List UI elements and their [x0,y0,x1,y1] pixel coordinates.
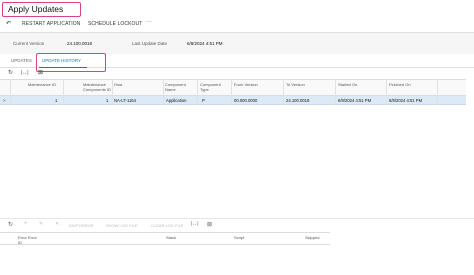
error-grid-header: Error ID Error Stack Script Skipped [0,232,330,245]
page-title: Apply Updates [2,2,81,17]
column-header: Host [114,82,123,87]
column-header: Stack [166,235,177,240]
tab-updates[interactable]: UPDATES [11,58,32,63]
column-header: Skipped [305,235,320,240]
column-divider [231,79,232,105]
skip-error-button[interactable]: SKIP ERROR [69,223,94,228]
error-grid-toolbar: ↻ + ✎ ✕ SKIP ERROR SHOW LOG FILE CLEAR L… [0,221,474,231]
refresh-icon[interactable]: ↻ [8,221,13,228]
refresh-icon[interactable]: ↻ [8,68,13,78]
column-header: To Version [286,82,305,87]
finished-on-cell[interactable]: 6/8/2024 4:51 PM [389,98,422,103]
main-toolbar: ↶ RESTART APPLICATION SCHEDULE LOCKOUT ·… [0,18,474,30]
from-version-cell[interactable]: 00.000.0000 [234,98,257,103]
section-divider [0,218,474,219]
current-version-value: 24.100.0018 [67,41,93,46]
last-update-value: 6/8/2024 4:51 PM [187,41,223,46]
component-type-cell[interactable]: P [202,98,205,103]
column-header: Script [234,235,245,240]
column-divider [335,79,336,105]
summary-panel: Current Version 24.100.0018 Last Update … [0,33,474,54]
column-divider [437,79,438,105]
schedule-lockout-button[interactable]: SCHEDULE LOCKOUT [88,21,142,27]
host-cell[interactable]: NA-LT-1164 [114,98,136,103]
row-indicator-icon: > [3,98,6,103]
update-history-grid: Maintenance ID Maintenance Components ID… [0,79,466,105]
column-header: Started On [338,82,358,87]
show-log-file-button[interactable]: SHOW LOG FILE [106,223,138,228]
to-version-cell[interactable]: 24.100.0018 [286,98,309,103]
grid-toolbar: ↻ |↔| ⊠ [0,68,474,78]
column-header: Component Type [200,82,221,92]
column-header: Error ID [18,235,27,245]
column-divider [283,79,284,105]
column-header: Maintenance ID [28,82,57,87]
add-icon[interactable]: + [24,221,28,227]
export-icon[interactable]: ⊠ [38,68,43,78]
fit-columns-icon[interactable]: |↔| [191,221,199,227]
maintenance-id-cell[interactable]: 1 [55,98,57,103]
column-divider [163,79,164,105]
column-header: Error [28,235,37,240]
delete-icon[interactable]: ✕ [55,221,59,227]
clear-log-file-button[interactable]: CLEAR LOG FILE [151,223,183,228]
column-divider [63,79,64,105]
restart-application-button[interactable]: RESTART APPLICATION [22,21,81,27]
last-update-label: Last Update Date [132,41,168,46]
undo-icon[interactable]: ↶ [6,20,11,27]
table-row[interactable]: > 1 1 NA-LT-1164 Application P 00.000.00… [0,96,466,105]
component-name-cell[interactable]: Application [166,98,187,103]
started-on-cell[interactable]: 6/8/2024 4:51 PM [338,98,371,103]
components-id-cell[interactable]: 1 [106,98,108,103]
column-divider [10,79,11,105]
more-options-icon[interactable]: ··· [146,19,152,25]
column-divider [386,79,387,105]
column-divider [197,79,198,105]
column-header: Maintenance Components ID [83,82,111,92]
column-header: From Version [234,82,258,87]
current-version-label: Current Version [13,41,45,46]
column-header: Component Name [165,82,186,92]
fit-columns-icon[interactable]: |↔| [21,68,29,78]
column-header: Finished On [389,82,411,87]
grid-header: Maintenance ID Maintenance Components ID… [0,80,466,96]
export-icon[interactable]: ⊠ [207,221,212,228]
edit-icon[interactable]: ✎ [39,221,43,227]
column-divider [112,79,113,105]
